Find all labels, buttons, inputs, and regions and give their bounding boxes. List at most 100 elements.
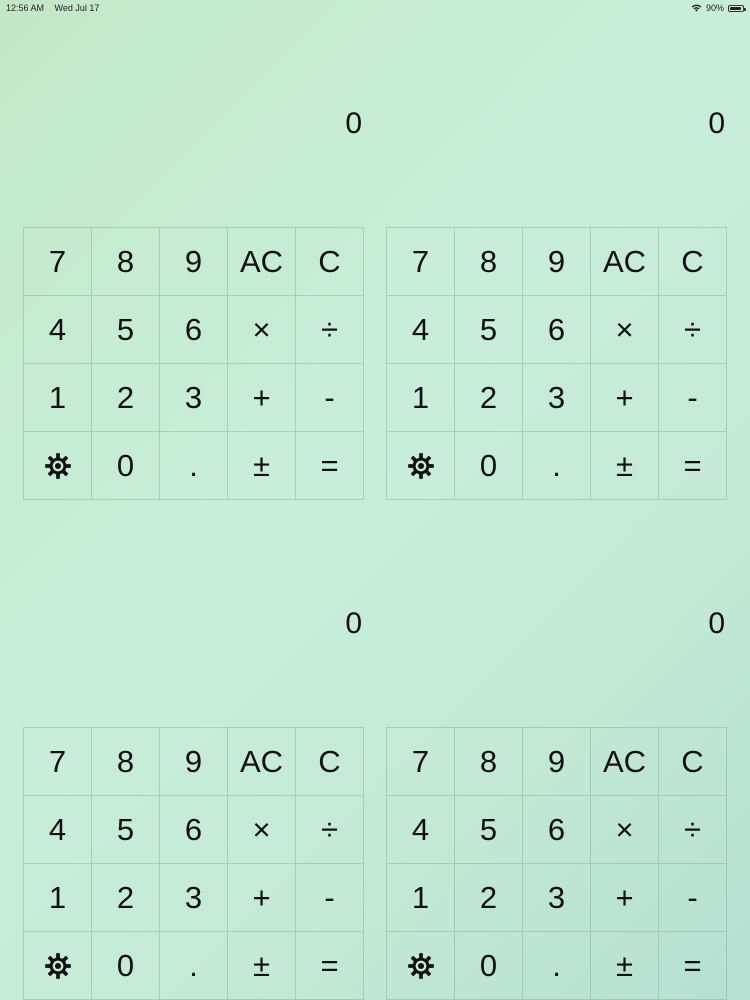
- key-5[interactable]: 5: [455, 296, 523, 364]
- key-divide[interactable]: ÷: [296, 296, 364, 364]
- calculator-top-right: 0 7 8 9 AC C 4 5 6 × ÷ 1 2 3 + - 0 . ± =: [386, 100, 727, 500]
- status-bar: 12:56 AM Wed Jul 17 90%: [0, 0, 750, 16]
- key-all-clear[interactable]: AC: [591, 228, 659, 296]
- keypad: 7 8 9 AC C 4 5 6 × ÷ 1 2 3 + - 0 . ± =: [386, 227, 727, 500]
- key-plus-minus[interactable]: ±: [228, 432, 296, 500]
- key-3[interactable]: 3: [160, 364, 228, 432]
- key-6[interactable]: 6: [523, 796, 591, 864]
- gear-icon: [44, 952, 71, 979]
- key-all-clear[interactable]: AC: [228, 228, 296, 296]
- key-7[interactable]: 7: [24, 228, 92, 296]
- key-7[interactable]: 7: [387, 728, 455, 796]
- key-5[interactable]: 5: [92, 296, 160, 364]
- key-6[interactable]: 6: [160, 796, 228, 864]
- key-equals[interactable]: =: [659, 432, 727, 500]
- key-minus[interactable]: -: [659, 364, 727, 432]
- key-9[interactable]: 9: [523, 728, 591, 796]
- key-9[interactable]: 9: [523, 228, 591, 296]
- key-2[interactable]: 2: [455, 364, 523, 432]
- key-0[interactable]: 0: [455, 432, 523, 500]
- key-5[interactable]: 5: [92, 796, 160, 864]
- key-divide[interactable]: ÷: [659, 796, 727, 864]
- battery-percent: 90%: [705, 3, 724, 13]
- key-9[interactable]: 9: [160, 728, 228, 796]
- gear-icon: [44, 452, 71, 479]
- calculator-bottom-right: 0 7 8 9 AC C 4 5 6 × ÷ 1 2 3 + - 0 . ± =: [386, 600, 727, 1000]
- key-1[interactable]: 1: [387, 864, 455, 932]
- key-divide[interactable]: ÷: [659, 296, 727, 364]
- key-plus-minus[interactable]: ±: [591, 932, 659, 1000]
- key-decimal[interactable]: .: [523, 932, 591, 1000]
- key-minus[interactable]: -: [296, 864, 364, 932]
- key-4[interactable]: 4: [387, 796, 455, 864]
- key-1[interactable]: 1: [24, 364, 92, 432]
- key-equals[interactable]: =: [296, 432, 364, 500]
- key-4[interactable]: 4: [387, 296, 455, 364]
- key-plus-minus[interactable]: ±: [591, 432, 659, 500]
- key-equals[interactable]: =: [296, 932, 364, 1000]
- key-minus[interactable]: -: [296, 364, 364, 432]
- key-3[interactable]: 3: [160, 864, 228, 932]
- key-multiply[interactable]: ×: [228, 796, 296, 864]
- gear-icon: [407, 452, 434, 479]
- battery-fill: [730, 6, 741, 10]
- key-7[interactable]: 7: [24, 728, 92, 796]
- key-equals[interactable]: =: [659, 932, 727, 1000]
- key-decimal[interactable]: .: [160, 932, 228, 1000]
- key-5[interactable]: 5: [455, 796, 523, 864]
- settings-button[interactable]: [387, 932, 455, 1000]
- key-clear[interactable]: C: [659, 728, 727, 796]
- calculator-bottom-left: 0 7 8 9 AC C 4 5 6 × ÷ 1 2 3 + - 0 . ± =: [23, 600, 364, 1000]
- key-plus[interactable]: +: [228, 364, 296, 432]
- key-divide[interactable]: ÷: [296, 796, 364, 864]
- key-4[interactable]: 4: [24, 296, 92, 364]
- key-2[interactable]: 2: [92, 864, 160, 932]
- key-0[interactable]: 0: [455, 932, 523, 1000]
- key-1[interactable]: 1: [24, 864, 92, 932]
- key-multiply[interactable]: ×: [228, 296, 296, 364]
- key-8[interactable]: 8: [455, 228, 523, 296]
- key-6[interactable]: 6: [523, 296, 591, 364]
- keypad: 7 8 9 AC C 4 5 6 × ÷ 1 2 3 + - 0 . ± =: [23, 227, 364, 500]
- calculator-top-left: 0 7 8 9 AC C 4 5 6 × ÷ 1 2 3 + - 0 . ± =: [23, 100, 364, 500]
- calculator-display: 0: [345, 607, 362, 640]
- key-2[interactable]: 2: [92, 364, 160, 432]
- key-8[interactable]: 8: [92, 728, 160, 796]
- key-plus[interactable]: +: [228, 864, 296, 932]
- calculator-display: 0: [708, 107, 725, 140]
- key-3[interactable]: 3: [523, 364, 591, 432]
- key-plus[interactable]: +: [591, 364, 659, 432]
- key-all-clear[interactable]: AC: [228, 728, 296, 796]
- key-all-clear[interactable]: AC: [591, 728, 659, 796]
- key-1[interactable]: 1: [387, 364, 455, 432]
- keypad: 7 8 9 AC C 4 5 6 × ÷ 1 2 3 + - 0 . ± =: [386, 727, 727, 1000]
- key-9[interactable]: 9: [160, 228, 228, 296]
- key-minus[interactable]: -: [659, 864, 727, 932]
- key-decimal[interactable]: .: [523, 432, 591, 500]
- key-7[interactable]: 7: [387, 228, 455, 296]
- key-plus[interactable]: +: [591, 864, 659, 932]
- key-0[interactable]: 0: [92, 432, 160, 500]
- gear-icon: [407, 952, 434, 979]
- settings-button[interactable]: [387, 432, 455, 500]
- status-left: 12:56 AM Wed Jul 17: [6, 0, 107, 16]
- key-clear[interactable]: C: [659, 228, 727, 296]
- key-8[interactable]: 8: [455, 728, 523, 796]
- key-multiply[interactable]: ×: [591, 796, 659, 864]
- key-clear[interactable]: C: [296, 728, 364, 796]
- battery-icon: [728, 4, 746, 12]
- key-multiply[interactable]: ×: [591, 296, 659, 364]
- wifi-icon: [691, 4, 702, 12]
- key-3[interactable]: 3: [523, 864, 591, 932]
- key-plus-minus[interactable]: ±: [228, 932, 296, 1000]
- key-clear[interactable]: C: [296, 228, 364, 296]
- status-right: 90%: [691, 0, 746, 16]
- settings-button[interactable]: [24, 932, 92, 1000]
- key-8[interactable]: 8: [92, 228, 160, 296]
- settings-button[interactable]: [24, 432, 92, 500]
- key-2[interactable]: 2: [455, 864, 523, 932]
- key-decimal[interactable]: .: [160, 432, 228, 500]
- key-4[interactable]: 4: [24, 796, 92, 864]
- key-6[interactable]: 6: [160, 296, 228, 364]
- key-0[interactable]: 0: [92, 932, 160, 1000]
